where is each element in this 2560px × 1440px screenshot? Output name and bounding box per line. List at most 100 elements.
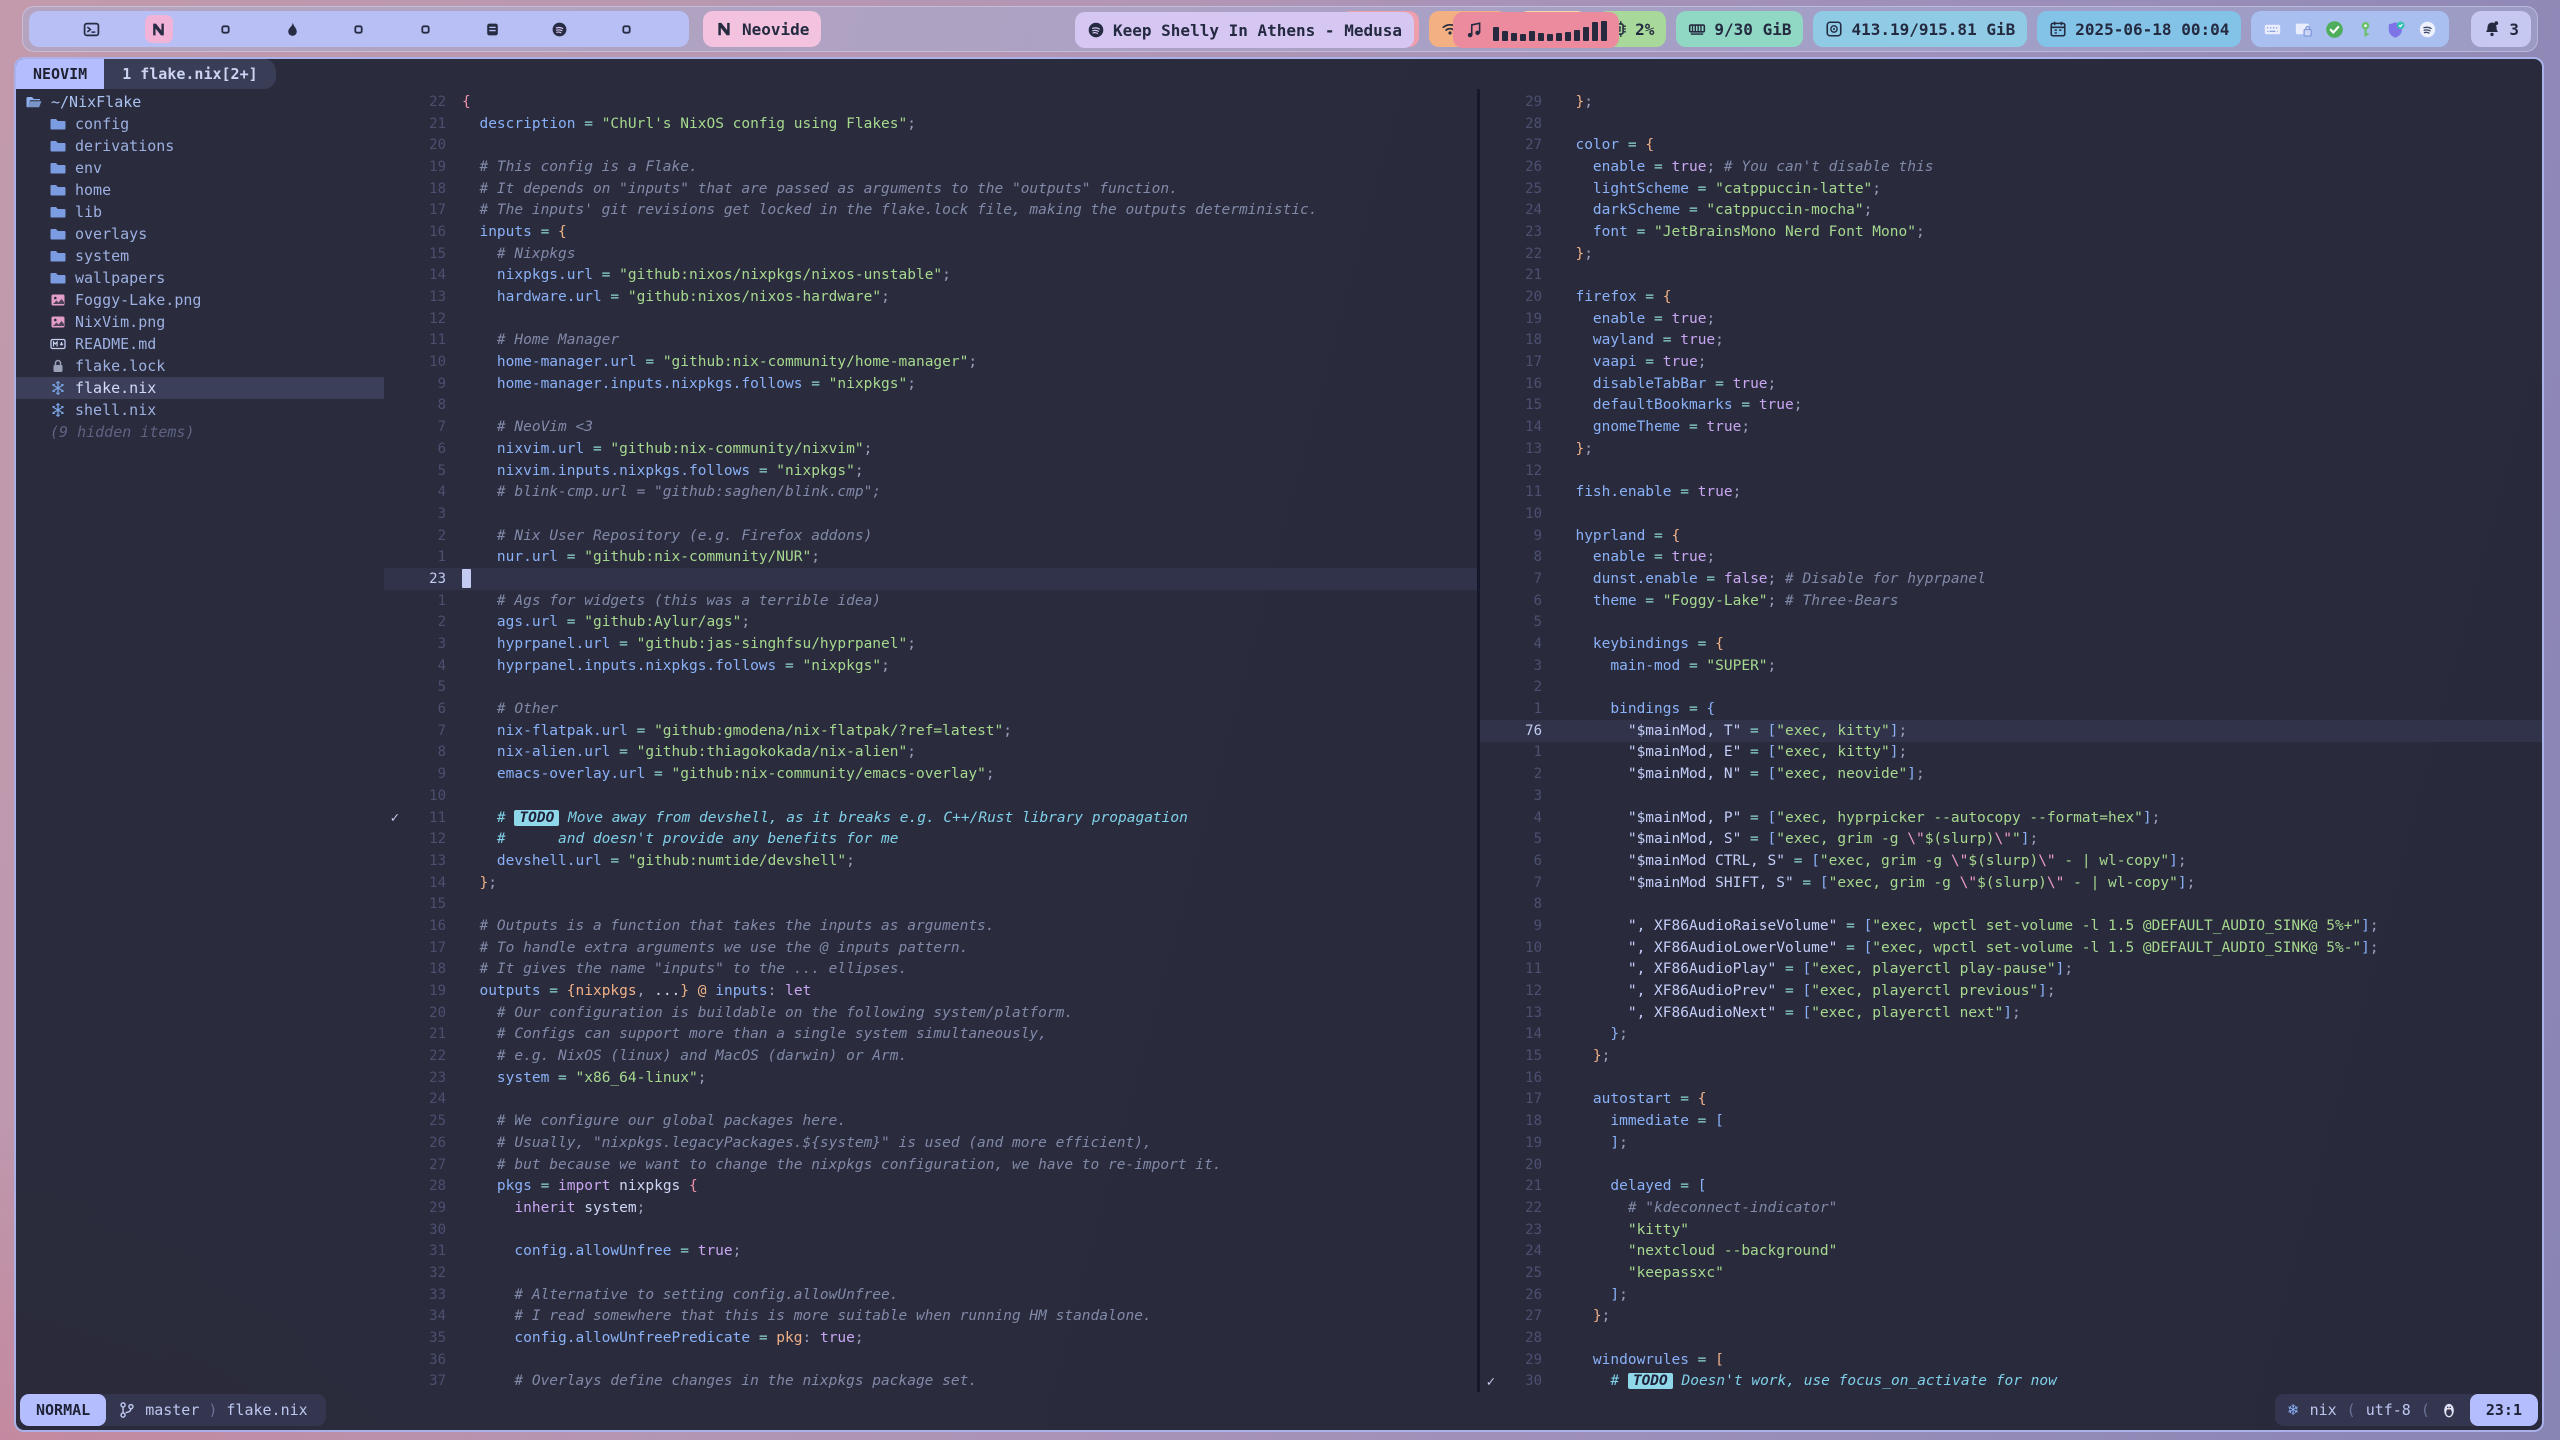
code-line[interactable]: 7 dunst.enable = false; # Disable for hy… [1480, 568, 2542, 590]
code-line[interactable]: 4 # blink-cmp.url = "github:saghen/blink… [384, 481, 1477, 503]
tree-item-shell.nix[interactable]: shell.nix [16, 399, 384, 421]
tray-checkcircle-icon[interactable] [2325, 20, 2344, 39]
code-line[interactable]: 7 nix-flatpak.url = "github:gmodena/nix-… [384, 720, 1477, 742]
code-line[interactable]: 9 ", XF86AudioRaiseVolume" = ["exec, wpc… [1480, 915, 2542, 937]
workspace-terminal-icon[interactable] [78, 15, 106, 43]
code-line[interactable]: 20 # Our configuration is buildable on t… [384, 1002, 1477, 1024]
tree-item-flake.nix[interactable]: flake.nix [16, 377, 384, 399]
code-line[interactable]: 12 ", XF86AudioPrev" = ["exec, playerctl… [1480, 980, 2542, 1002]
code-line[interactable]: 23 system = "x86_64-linux"; [384, 1067, 1477, 1089]
tree-item-nixvim.png[interactable]: NixVim.png [16, 311, 384, 333]
code-line[interactable]: 12 [384, 308, 1477, 330]
code-line[interactable]: 18 # It depends on "inputs" that are pas… [384, 178, 1477, 200]
code-line[interactable]: 29 windowrules = [ [1480, 1349, 2542, 1371]
code-line[interactable]: 8 [384, 395, 1477, 417]
code-line[interactable]: 6 nixvim.url = "github:nix-community/nix… [384, 438, 1477, 460]
code-line[interactable]: 16 [1480, 1067, 2542, 1089]
code-line[interactable]: 30 [384, 1219, 1477, 1241]
code-line[interactable]: 28 pkgs = import nixpkgs { [384, 1175, 1477, 1197]
code-line[interactable]: 8 nix-alien.url = "github:thiagokokada/n… [384, 742, 1477, 764]
media-player-widget[interactable]: Keep Shelly In Athens - Medusa [1075, 12, 1414, 48]
code-line[interactable]: 29 inherit system; [384, 1197, 1477, 1219]
code-line[interactable]: 2 [1480, 677, 2542, 699]
code-line[interactable]: 4 keybindings = { [1480, 633, 2542, 655]
code-line[interactable]: 3 main-mod = "SUPER"; [1480, 655, 2542, 677]
code-line[interactable]: 11 fish.enable = true; [1480, 481, 2542, 503]
code-line[interactable]: 18 # It gives the name "inputs" to the .… [384, 959, 1477, 981]
code-line[interactable]: 9 hyprland = { [1480, 525, 2542, 547]
code-line[interactable]: 29 }; [1480, 91, 2542, 113]
code-line[interactable]: 5 [384, 677, 1477, 699]
code-line[interactable]: 3 hyprpanel.url = "github:jas-singhfsu/h… [384, 633, 1477, 655]
code-line[interactable]: 18 wayland = true; [1480, 330, 2542, 352]
code-line[interactable]: 10 ", XF86AudioLowerVolume" = ["exec, wp… [1480, 937, 2542, 959]
code-line[interactable]: 5 nixvim.inputs.nixpkgs.follows = "nixpk… [384, 460, 1477, 482]
editor-pane-right[interactable]: 29 };2827 color = {26 enable = true; # Y… [1480, 89, 2542, 1392]
code-line[interactable]: 14 }; [1480, 1024, 2542, 1046]
tree-item-system[interactable]: system [16, 245, 384, 267]
code-line[interactable]: 14 }; [384, 872, 1477, 894]
tree-item-overlays[interactable]: overlays [16, 223, 384, 245]
code-line[interactable]: 11 # Home Manager [384, 330, 1477, 352]
code-line[interactable]: ✓11 # TODO Move away from devshell, as i… [384, 807, 1477, 829]
code-line[interactable]: 9 emacs-overlay.url = "github:nix-commun… [384, 763, 1477, 785]
code-line[interactable]: 17 # To handle extra arguments we use th… [384, 937, 1477, 959]
code-line[interactable]: 15 # Nixpkgs [384, 243, 1477, 265]
tree-item-home[interactable]: home [16, 179, 384, 201]
audio-visualizer-widget[interactable] [1453, 12, 1619, 48]
code-line[interactable]: 16 disableTabBar = true; [1480, 373, 2542, 395]
code-line[interactable]: 14 nixpkgs.url = "github:nixos/nixpkgs/n… [384, 265, 1477, 287]
workspaces-widget[interactable] [29, 11, 689, 47]
code-line[interactable]: 8 enable = true; [1480, 546, 2542, 568]
code-line[interactable]: 17 vaapi = true; [1480, 351, 2542, 373]
code-line[interactable]: 17 # The inputs' git revisions get locke… [384, 199, 1477, 221]
code-line[interactable]: 24 darkScheme = "catppuccin-mocha"; [1480, 199, 2542, 221]
code-line[interactable]: 35 config.allowUnfreePredicate = pkg: tr… [384, 1327, 1477, 1349]
tree-item-foggy-lake.png[interactable]: Foggy-Lake.png [16, 289, 384, 311]
code-line[interactable]: 13 hardware.url = "github:nixos/nixos-ha… [384, 286, 1477, 308]
workspace-spotify-icon[interactable] [545, 15, 573, 43]
code-line[interactable]: ✓30 # TODO Doesn't work, use focus_on_ac… [1480, 1371, 2542, 1392]
code-line[interactable]: 20 firefox = { [1480, 286, 2542, 308]
code-line[interactable]: 21 # Configs can support more than a sin… [384, 1024, 1477, 1046]
code-line[interactable]: 4 hyprpanel.inputs.nixpkgs.follows = "ni… [384, 655, 1477, 677]
code-line[interactable]: 25 lightScheme = "catppuccin-latte"; [1480, 178, 2542, 200]
code-line[interactable]: 2 "$mainMod, N" = ["exec, neovide"]; [1480, 763, 2542, 785]
code-line[interactable]: 19 enable = true; [1480, 308, 2542, 330]
code-line[interactable]: 6 theme = "Foggy-Lake"; # Three-Bears [1480, 590, 2542, 612]
code-line[interactable]: 8 [1480, 893, 2542, 915]
tree-item-config[interactable]: config [16, 113, 384, 135]
code-line[interactable]: 9 home-manager.inputs.nixpkgs.follows = … [384, 373, 1477, 395]
code-line[interactable]: 36 [384, 1349, 1477, 1371]
code-line[interactable]: 23 "kitty" [1480, 1219, 2542, 1241]
code-line[interactable]: 28 [1480, 1327, 2542, 1349]
code-line[interactable]: 19 # This config is a Flake. [384, 156, 1477, 178]
code-line[interactable]: 14 gnomeTheme = true; [1480, 416, 2542, 438]
tree-item-wallpapers[interactable]: wallpapers [16, 267, 384, 289]
code-line[interactable]: 13 }; [1480, 438, 2542, 460]
code-line[interactable]: 4 "$mainMod, P" = ["exec, hyprpicker --a… [1480, 807, 2542, 829]
code-line[interactable]: 6 # Other [384, 698, 1477, 720]
code-line[interactable]: 32 [384, 1262, 1477, 1284]
buffer-tab[interactable]: 1 flake.nix[2+] [104, 59, 275, 89]
code-line[interactable]: 1 bindings = { [1480, 698, 2542, 720]
code-line[interactable]: 11 ", XF86AudioPlay" = ["exec, playerctl… [1480, 959, 2542, 981]
editor-pane-left[interactable]: 22{21 description = "ChUrl's NixOS confi… [384, 89, 1477, 1392]
code-line[interactable]: 76 "$mainMod, T" = ["exec, kitty"]; [1480, 720, 2542, 742]
workspace-files-icon[interactable] [479, 15, 507, 43]
code-line[interactable]: 22{ [384, 91, 1477, 113]
code-line[interactable]: 15 defaultBookmarks = true; [1480, 395, 2542, 417]
code-line[interactable]: 21 delayed = [ [1480, 1175, 2542, 1197]
code-line[interactable]: 22 # "kdeconnect-indicator" [1480, 1197, 2542, 1219]
ram-widget[interactable]: 9/30 GiB [1676, 11, 1803, 47]
disk-widget[interactable]: 413.19/915.81 GiB [1813, 11, 2027, 47]
workspace-dot-icon[interactable] [612, 15, 640, 43]
tray-keyboard-icon[interactable] [2263, 20, 2282, 39]
code-line[interactable]: 28 [1480, 113, 2542, 135]
code-line[interactable]: 26 # Usually, "nixpkgs.legacyPackages.${… [384, 1132, 1477, 1154]
code-line[interactable]: 15 }; [1480, 1045, 2542, 1067]
code-line[interactable]: 5 "$mainMod, S" = ["exec, grim -g \"$(sl… [1480, 828, 2542, 850]
code-line[interactable]: 2 ags.url = "github:Aylur/ags"; [384, 612, 1477, 634]
code-line[interactable]: 16 inputs = { [384, 221, 1477, 243]
workspace-dot-icon[interactable] [345, 15, 373, 43]
